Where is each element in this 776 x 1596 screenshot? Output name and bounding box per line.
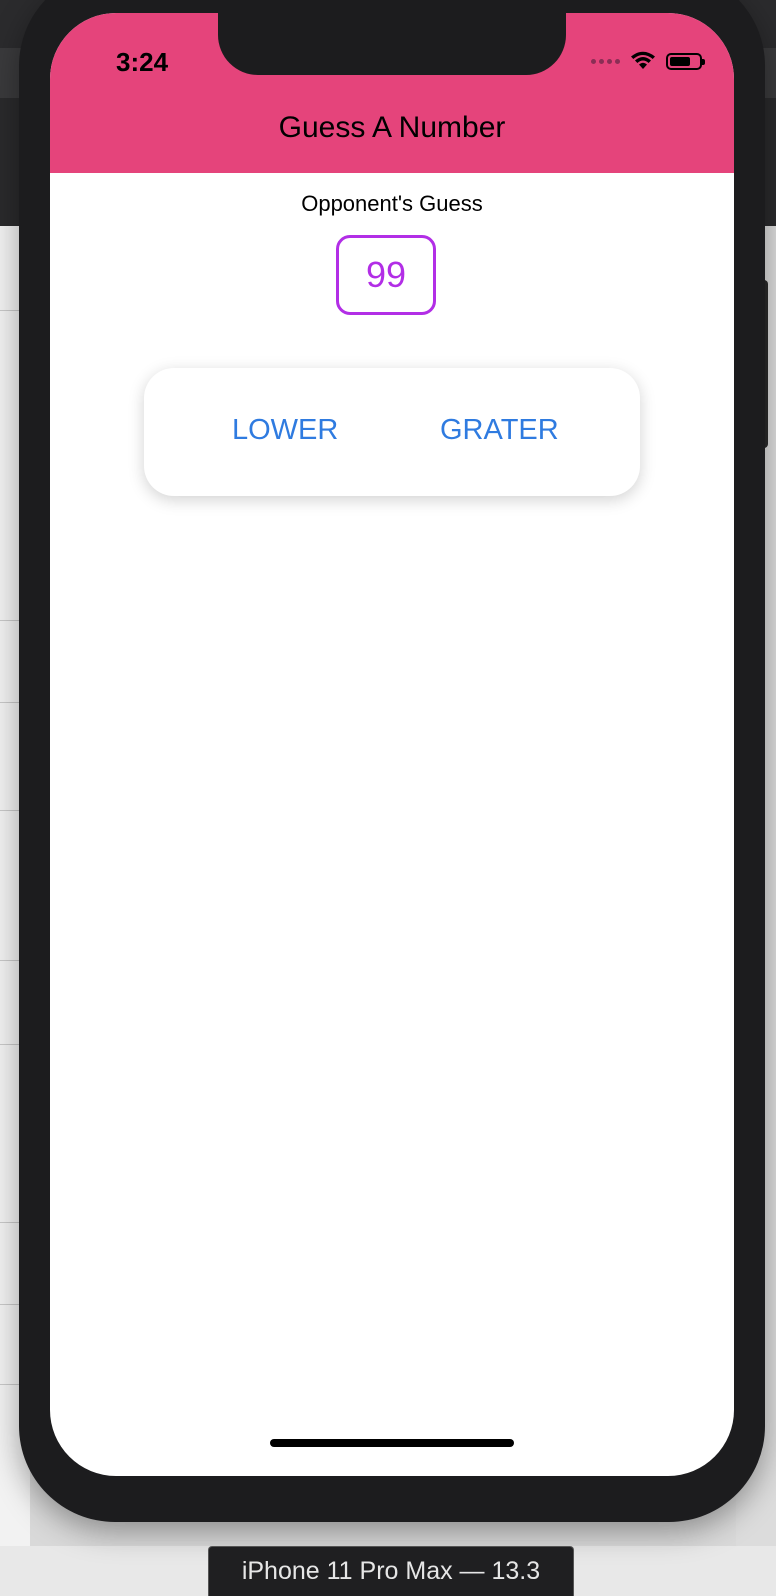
controls-card: LOWER GRATER <box>144 368 640 496</box>
wifi-icon <box>631 51 655 69</box>
simulator-device-label: iPhone 11 Pro Max — 13.3 <box>208 1546 574 1596</box>
home-indicator[interactable] <box>270 1439 514 1447</box>
signal-icon <box>591 58 620 64</box>
battery-icon <box>666 52 705 70</box>
guess-number: 99 <box>336 235 436 315</box>
status-time: 3:24 <box>116 47 169 77</box>
status-icons <box>591 51 705 71</box>
greater-button[interactable]: GRATER <box>440 414 559 447</box>
guess-label: Opponent's Guess <box>301 191 483 216</box>
page-title: Guess A Number <box>278 111 506 144</box>
notch <box>218 13 566 75</box>
phone-screen: 3:24 Guess A Number Opponent's Guess 99 <box>50 13 734 1476</box>
lower-button[interactable]: LOWER <box>232 414 338 447</box>
phone-frame: 3:24 Guess A Number Opponent's Guess 99 <box>19 0 765 1522</box>
